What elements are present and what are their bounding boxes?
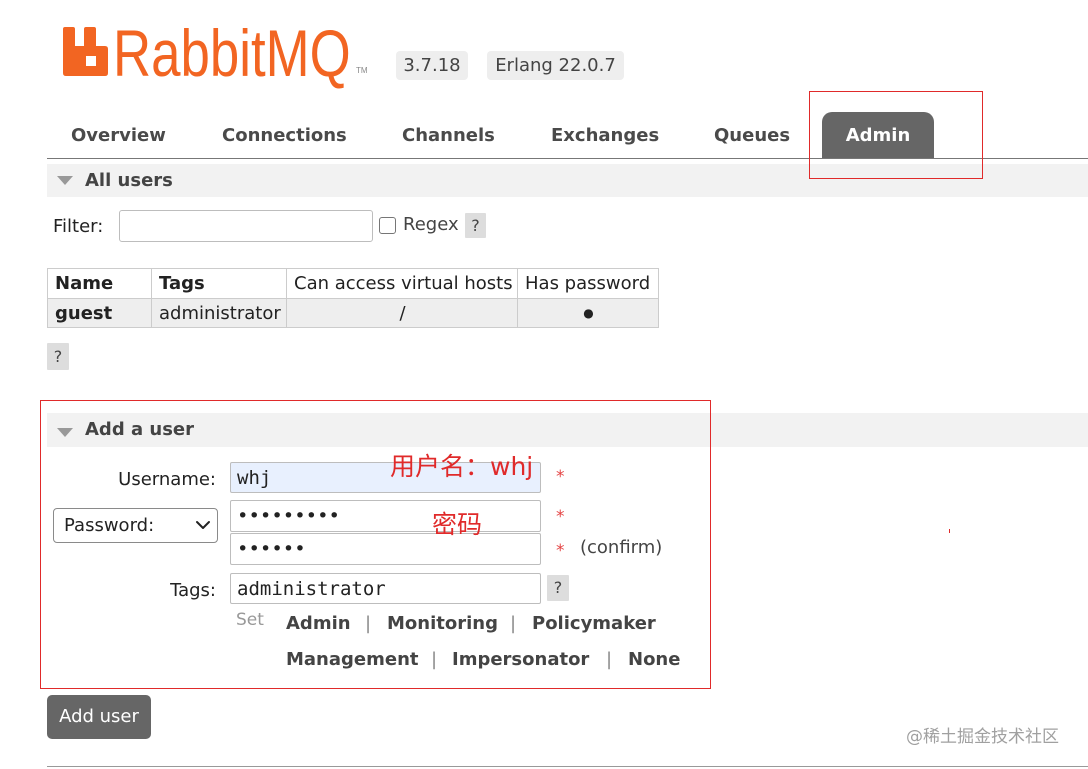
annotation-username-note: 用户名：whj	[390, 452, 534, 481]
tag-separator: |	[606, 649, 613, 670]
tag-shortcut-monitoring[interactable]: Monitoring	[387, 613, 498, 635]
section-divider	[47, 766, 1088, 767]
users-table: Name Tags Can access virtual hosts Has p…	[47, 268, 659, 328]
tag-shortcut-admin[interactable]: Admin	[286, 613, 351, 635]
regex-label[interactable]: Regex	[403, 214, 459, 236]
tab-connections[interactable]: Connections	[222, 112, 347, 158]
annotation-password-note: 密码	[432, 510, 483, 539]
watermark: @稀土掘金技术社区	[906, 727, 1059, 747]
all-users-title: All users	[85, 170, 173, 191]
tag-separator: |	[431, 649, 438, 670]
user-name-cell: guest	[47, 298, 152, 328]
tab-queues[interactable]: Queues	[714, 112, 790, 158]
add-user-section-header[interactable]: Add a user	[47, 413, 1088, 447]
erlang-version-badge: Erlang 22.0.7	[487, 51, 624, 80]
triangle-down-icon	[57, 428, 73, 437]
users-table-body: guest administrator / ●	[47, 298, 659, 328]
menu-divider	[47, 158, 1088, 159]
add-user-title: Add a user	[85, 419, 194, 440]
version-badge: 3.7.18	[396, 51, 468, 80]
password-confirm-input[interactable]	[230, 533, 541, 565]
password-input[interactable]	[230, 500, 541, 532]
tag-shortcut-policymaker[interactable]: Policymaker	[532, 613, 656, 635]
tab-channels[interactable]: Channels	[402, 112, 495, 158]
logo-wordmark: RabbitMQ	[113, 16, 351, 90]
table-header-row: Name Tags Can access virtual hosts Has p…	[47, 268, 659, 299]
column-header-vhosts: Can access virtual hosts	[286, 268, 518, 299]
table-help-button[interactable]: ?	[47, 343, 69, 370]
filter-help-button[interactable]: ?	[465, 213, 486, 238]
tag-shortcut-impersonator[interactable]: Impersonator	[452, 649, 589, 671]
user-vhosts-cell: /	[286, 298, 518, 328]
filter-input[interactable]	[119, 210, 373, 242]
triangle-down-icon	[57, 176, 73, 185]
username-label: Username:	[118, 469, 216, 490]
user-link[interactable]: guest	[55, 303, 112, 324]
add-user-button[interactable]: Add user	[47, 695, 151, 739]
column-header-has-password: Has password	[517, 268, 659, 299]
column-header-name[interactable]: Name	[47, 268, 152, 299]
confirm-label: (confirm)	[580, 537, 663, 558]
required-mark: *	[556, 541, 565, 561]
set-label: Set	[236, 610, 264, 630]
tag-separator: |	[365, 613, 372, 634]
credential-type-select[interactable]: Password:	[53, 508, 218, 543]
user-tags-cell: administrator	[151, 298, 287, 328]
tags-input[interactable]	[230, 573, 541, 604]
tab-overview[interactable]: Overview	[71, 112, 166, 158]
table-row: guest administrator / ●	[47, 298, 659, 328]
tag-shortcut-management[interactable]: Management	[286, 649, 419, 671]
tags-help-button[interactable]: ?	[547, 575, 569, 601]
annotation-stray-mark	[949, 529, 950, 533]
required-mark: *	[556, 507, 565, 527]
regex-checkbox[interactable]	[379, 217, 396, 234]
tag-separator: |	[510, 613, 517, 634]
rabbitmq-logo-icon	[63, 27, 108, 76]
has-password-indicator: ●	[517, 298, 659, 328]
tags-label: Tags:	[170, 580, 216, 601]
users-table-head: Name Tags Can access virtual hosts Has p…	[47, 268, 659, 299]
filter-label: Filter:	[53, 216, 104, 237]
all-users-section-header[interactable]: All users	[47, 164, 1088, 197]
tag-shortcut-none[interactable]: None	[628, 649, 680, 671]
required-mark: *	[556, 467, 565, 487]
tab-exchanges[interactable]: Exchanges	[551, 112, 659, 158]
column-header-tags[interactable]: Tags	[151, 268, 287, 299]
logo-trademark: TM	[356, 66, 368, 75]
tab-admin[interactable]: Admin	[822, 112, 934, 158]
